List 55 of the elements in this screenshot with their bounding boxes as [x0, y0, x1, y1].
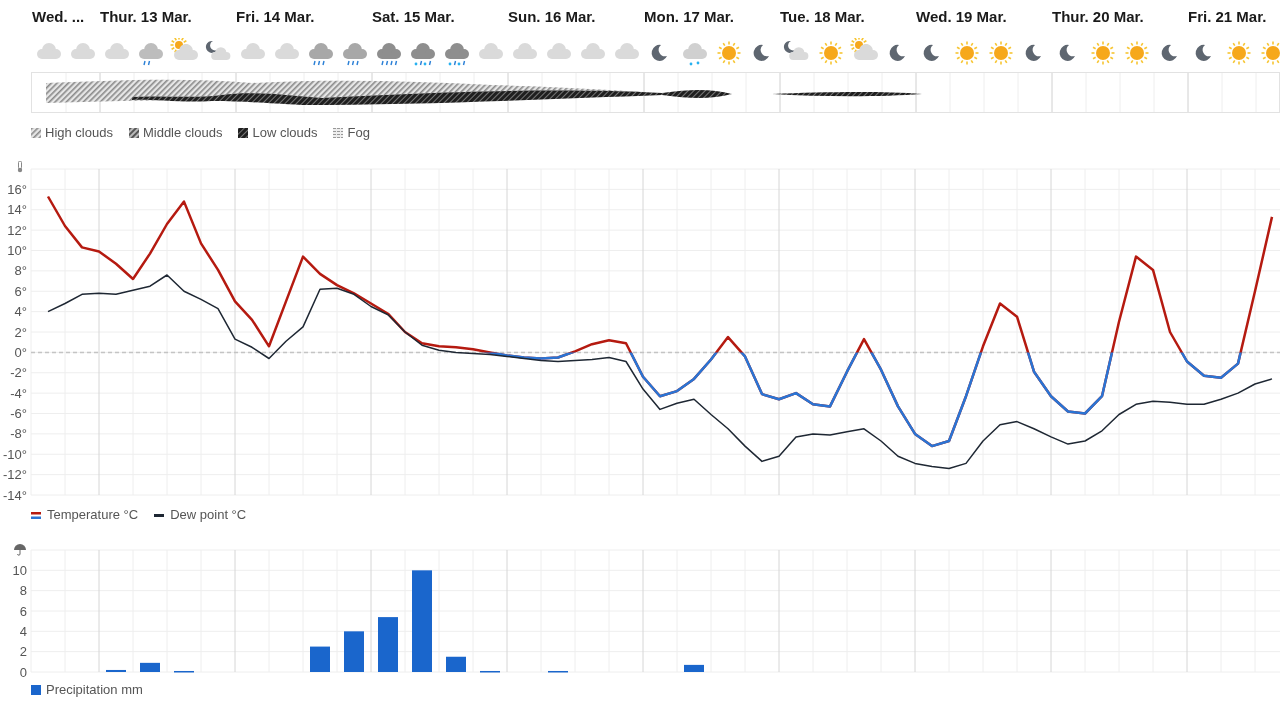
day-label: Sat. 15 Mar.: [371, 6, 456, 27]
axis-tick-label: -10°: [3, 446, 27, 462]
precipitation-bar: [140, 662, 160, 672]
axis-tick-label: 4: [19, 623, 27, 639]
day-label: Tue. 18 Mar.: [779, 6, 866, 27]
axis-tick-label: -14°: [3, 487, 27, 501]
axis-tick-label: 10°: [7, 243, 27, 258]
axis-tick-label: 8: [19, 583, 27, 599]
axis-tick-label: 6°: [14, 283, 27, 299]
precipitation-bar: [344, 631, 364, 672]
middle-cloud-swatch-icon: [128, 128, 139, 138]
legend-label: Low clouds: [252, 124, 318, 143]
day-label: Wed. ...: [31, 6, 86, 27]
legend-label: Temperature °C: [47, 506, 139, 525]
legend-label: Middle clouds: [142, 124, 223, 143]
axis-tick-label: 16°: [7, 181, 27, 197]
axis-tick-label: 14°: [7, 202, 27, 218]
axis-tick-label: -8°: [10, 426, 27, 442]
axis-tick-label: 2: [19, 644, 27, 660]
axis-tick-label: -12°: [3, 467, 27, 483]
day-label: Thur. 13 Mar.: [99, 6, 193, 27]
legend-label: Dew point °C: [170, 506, 247, 525]
axis-tick-label: -4°: [10, 385, 27, 401]
axis-tick-label: 12°: [7, 222, 27, 238]
legend-label: Fog: [347, 124, 370, 143]
day-label: Thur. 20 Mar.: [1051, 6, 1145, 27]
low-cloud-swatch-icon: [238, 128, 249, 138]
precipitation-bar: [684, 664, 704, 672]
umbrella-icon: [14, 544, 26, 556]
axis-tick-label: 10: [12, 562, 27, 578]
temperature-swatch-icon: [31, 511, 41, 519]
axis-tick-label: -6°: [10, 406, 27, 421]
axis-tick-label: 0°: [14, 344, 27, 360]
legend-label: High clouds: [45, 124, 113, 143]
axis-tick-label: 8°: [14, 263, 27, 279]
axis-tick-label: 0: [19, 664, 27, 679]
day-label: Mon. 17 Mar.: [643, 6, 736, 27]
day-label: Fri. 21 Mar.: [1187, 6, 1268, 27]
day-label: Fri. 14 Mar.: [235, 6, 316, 27]
fog-cloud-swatch-icon: [333, 128, 344, 138]
axis-tick-label: 4°: [14, 304, 27, 320]
precipitation-bar: [106, 669, 126, 672]
axis-tick-label: 6: [19, 603, 27, 619]
dew-point-swatch-icon: [154, 513, 165, 517]
precipitation-bar: [310, 646, 330, 672]
precipitation-bar: [378, 617, 398, 672]
axis-tick-label: 2°: [14, 324, 27, 340]
day-label: Sun. 16 Mar.: [507, 6, 597, 27]
precipitation-bar: [446, 656, 466, 672]
legend-label: Precipitation mm: [46, 681, 143, 700]
high-cloud-swatch-icon: [31, 128, 41, 138]
precipitation-swatch-icon: [31, 685, 41, 695]
axis-tick-label: -2°: [10, 365, 27, 381]
day-label: Wed. 19 Mar.: [915, 6, 1008, 27]
thermometer-icon: [17, 161, 23, 173]
